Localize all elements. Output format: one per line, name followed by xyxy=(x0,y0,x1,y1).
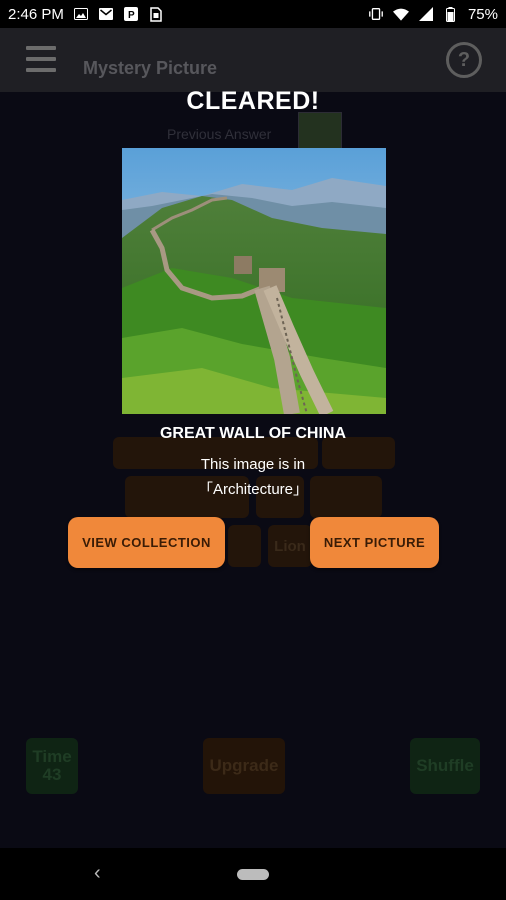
vibrate-icon xyxy=(368,6,384,22)
previous-answer-label: Previous Answer xyxy=(167,126,272,142)
app-title: Mystery Picture xyxy=(83,58,218,78)
picture-name: GREAT WALL OF CHINA xyxy=(159,425,347,442)
sim-icon xyxy=(148,6,164,22)
battery-percent: 75% xyxy=(467,5,498,23)
gmail-icon xyxy=(98,6,114,22)
time-label: Time xyxy=(32,747,72,766)
svg-text:P: P xyxy=(128,10,135,21)
answer-image-great-wall xyxy=(122,148,386,414)
view-collection-button[interactable]: VIEW COLLECTION xyxy=(68,517,225,568)
time-counter: Time 43 xyxy=(26,738,78,794)
status-time: 2:46 PM xyxy=(8,5,64,23)
shuffle-button[interactable]: Shuffle xyxy=(410,738,480,794)
help-icon[interactable]: ? xyxy=(446,42,482,78)
status-bar: 2:46 PM P 75% xyxy=(0,0,506,28)
time-value: 43 xyxy=(42,765,62,784)
signal-icon xyxy=(418,6,434,22)
cleared-title: CLEARED! xyxy=(186,87,320,115)
system-nav-bar: ‹ xyxy=(0,848,506,900)
p-app-icon: P xyxy=(123,6,139,22)
letter-tile xyxy=(228,525,261,567)
battery-icon xyxy=(443,6,459,22)
category-name: 「Architecture」 xyxy=(197,481,309,498)
letter-tile-lion: Lion xyxy=(268,525,312,567)
hamburger-menu-icon[interactable] xyxy=(26,46,56,72)
image-notification-icon xyxy=(73,6,89,22)
home-pill-icon[interactable] xyxy=(237,869,269,880)
next-picture-button[interactable]: NEXT PICTURE xyxy=(310,517,439,568)
category-intro-text: This image is in xyxy=(200,456,306,473)
back-icon[interactable]: ‹ xyxy=(94,862,101,885)
upgrade-button[interactable]: Upgrade xyxy=(203,738,285,794)
app-bar: Mystery Picture xyxy=(0,28,506,92)
wifi-icon xyxy=(392,6,409,22)
